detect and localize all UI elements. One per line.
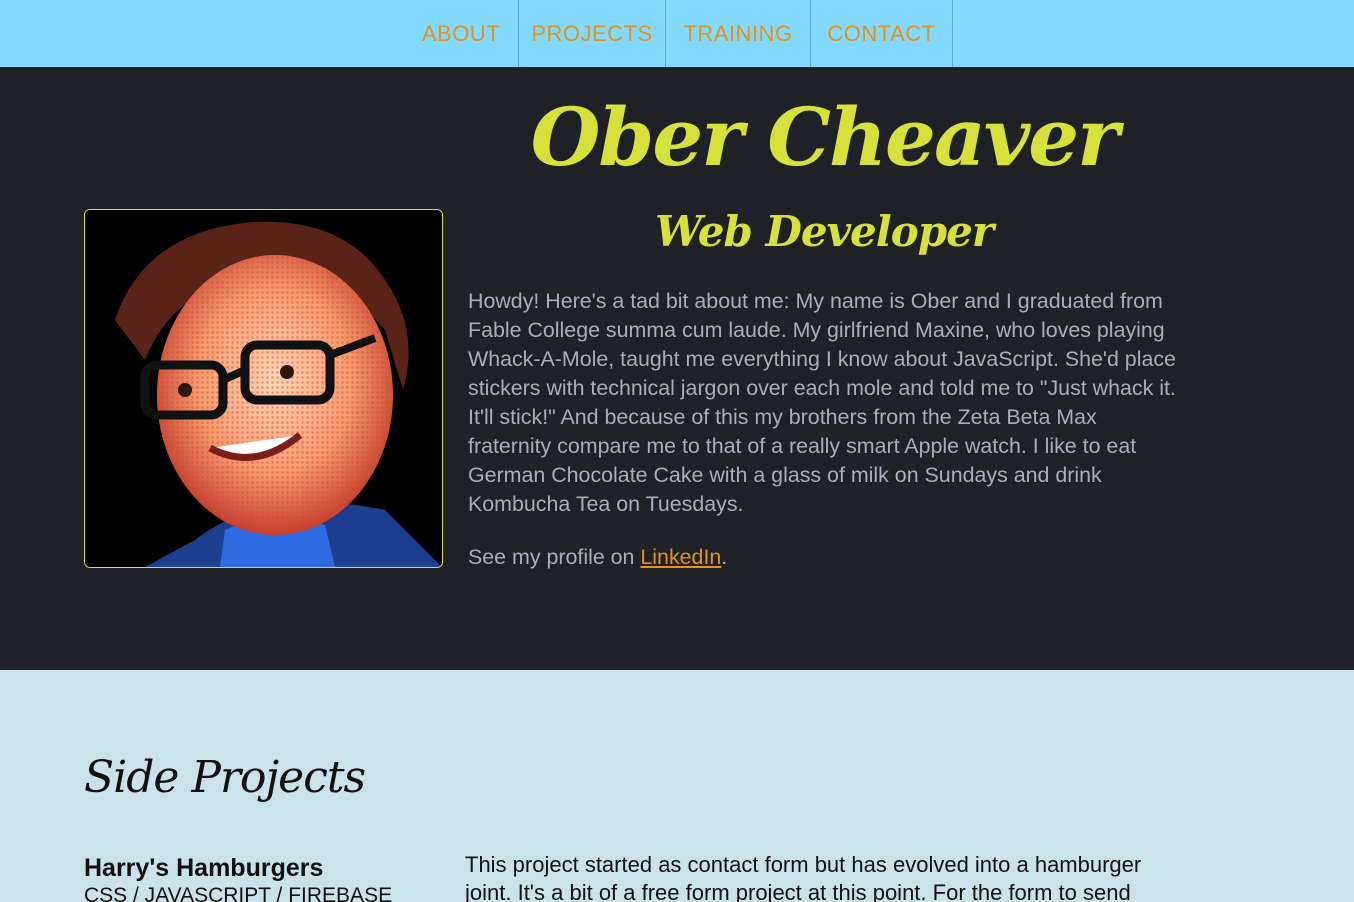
hero-name: Ober Cheaver — [530, 90, 1120, 184]
nav-contact[interactable]: CONTACT — [811, 0, 952, 67]
bio-text: Howdy! Here's a tad bit about me: My nam… — [468, 289, 1176, 516]
nav-about[interactable]: ABOUT — [405, 0, 517, 67]
project-name: Harry's Hamburgers — [84, 854, 324, 882]
portrait-photo — [84, 209, 443, 568]
profile-prefix: See my profile on — [468, 545, 641, 569]
project-tech: CSS / JAVASCRIPT / FIREBASE — [84, 884, 393, 902]
projects-heading: Side Projects — [84, 752, 366, 803]
about-section: Ober Cheaver Web Developer Howdy! Here's… — [0, 67, 1354, 670]
nav-divider — [952, 0, 953, 67]
portrait-illustration — [85, 210, 442, 567]
linkedin-link[interactable]: LinkedIn — [640, 545, 721, 569]
nav-projects[interactable]: PROJECTS — [519, 0, 665, 67]
top-nav: ABOUT PROJECTS TRAINING CONTACT — [0, 0, 1354, 67]
nav-training[interactable]: TRAINING — [666, 0, 810, 67]
hero-role: Web Developer — [655, 207, 994, 256]
profile-line: See my profile on LinkedIn. — [468, 543, 1180, 572]
project-description: This project started as contact form but… — [465, 852, 1142, 902]
profile-suffix: . — [721, 545, 728, 569]
projects-section: Side Projects Harry's Hamburgers CSS / J… — [0, 670, 1354, 902]
